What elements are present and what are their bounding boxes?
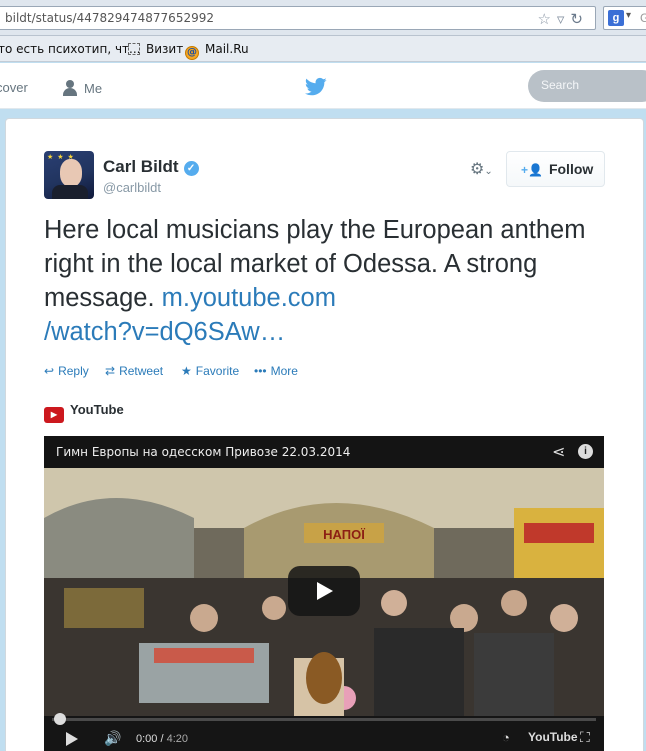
- market-sign-text: НАПОЇ: [323, 527, 365, 542]
- fullscreen-icon[interactable]: ⛶: [580, 729, 590, 746]
- retweet-label: Retweet: [119, 364, 164, 378]
- page-icon: [128, 43, 140, 55]
- bookmark-label: Mail.Ru: [205, 42, 249, 56]
- duration: 4:20: [166, 733, 189, 745]
- bookmark-item[interactable]: @ Mail.Ru: [185, 42, 249, 60]
- bookmark-item[interactable]: Визит: [128, 42, 183, 56]
- scrubber-handle[interactable]: [54, 713, 66, 725]
- refresh-icon[interactable]: ↻: [570, 10, 589, 28]
- favorite-button[interactable]: ★ Favorite: [181, 364, 239, 378]
- bookmarks-bar: то есть психотип, чт... Визит @ Mail.Ru: [0, 36, 646, 62]
- follow-button[interactable]: +👤 Follow: [506, 151, 605, 187]
- time-display: 0:00 / 4:20: [136, 733, 189, 745]
- progress-bar[interactable]: [52, 713, 596, 725]
- browser-toolbar: bildt/status/447829474877652992 ☆▿↻ g ▾ …: [0, 0, 646, 36]
- more-button[interactable]: ••• More: [254, 364, 298, 378]
- volume-icon[interactable]: 🔊: [104, 730, 121, 747]
- address-bar[interactable]: bildt/status/447829474877652992 ☆▿↻: [0, 6, 596, 30]
- person-icon: [62, 80, 78, 96]
- nav-me-label: Me: [84, 81, 103, 96]
- tweet-link-line2: /watch?v=dQ6SAw…: [44, 318, 286, 346]
- follow-person-icon: +👤: [521, 163, 543, 177]
- gear-icon[interactable]: ⚙⌄: [470, 159, 493, 179]
- more-label: More: [270, 364, 298, 378]
- avatar[interactable]: ★ ★ ★: [44, 151, 94, 199]
- star-icon: ★: [181, 364, 192, 378]
- chevron-down-icon[interactable]: ▾: [626, 10, 631, 21]
- bookmark-label: Визит: [146, 42, 184, 56]
- follow-label: Follow: [548, 161, 594, 177]
- avatar-face: [60, 159, 82, 187]
- share-icon[interactable]: ⋖: [552, 442, 565, 462]
- user-name[interactable]: Carl Bildt ✓: [103, 157, 199, 177]
- current-time: 0:00: [136, 733, 158, 745]
- reply-icon: ↩: [44, 364, 55, 378]
- youtube-icon: ▶: [44, 407, 64, 423]
- search-engine-box[interactable]: g ▾ G: [603, 6, 646, 30]
- reply-button[interactable]: ↩ Reply: [44, 364, 89, 378]
- play-button[interactable]: [288, 566, 360, 616]
- avatar-suit: [52, 185, 88, 199]
- play-icon[interactable]: [66, 732, 78, 746]
- retweet-button[interactable]: ⇄ Retweet: [105, 364, 163, 378]
- media-source-label: YouTube: [70, 402, 124, 417]
- mailru-icon: @: [185, 46, 199, 60]
- tweet-card: ★ ★ ★ Carl Bildt ✓ @carlbildt ⚙⌄ +👤 Follow…: [5, 118, 644, 751]
- favorite-label: Favorite: [195, 364, 240, 378]
- tweet-link-line1: m.youtube.com: [161, 284, 336, 312]
- bookmark-star-icon[interactable]: ☆: [537, 10, 556, 28]
- search-input[interactable]: Search: [528, 70, 646, 102]
- google-icon[interactable]: g: [608, 10, 624, 26]
- youtube-wordmark[interactable]: YouTube: [528, 730, 578, 744]
- dropdown-icon[interactable]: ▿: [557, 10, 571, 28]
- twitter-bird-icon[interactable]: [305, 77, 327, 97]
- tweet-text: Here local musicians play the European a…: [44, 213, 624, 349]
- ellipsis-icon: •••: [254, 364, 267, 378]
- address-text: bildt/status/447829474877652992: [5, 11, 214, 25]
- chevron-down-icon: ⌄: [484, 166, 493, 177]
- search-engine-hint: G: [640, 11, 646, 25]
- user-handle[interactable]: @carlbildt: [103, 180, 161, 195]
- video-title[interactable]: Гимн Европы на одесском Привозе 22.03.20…: [56, 445, 350, 459]
- retweet-icon: ⇄: [105, 364, 116, 378]
- nav-me[interactable]: Me: [62, 80, 102, 96]
- address-actions: ☆▿↻: [537, 10, 589, 28]
- verified-icon: ✓: [183, 161, 199, 176]
- video-title-bar: Гимн Европы на одесском Привозе 22.03.20…: [44, 436, 604, 468]
- video-controls: 🔊 0:00 / 4:20 ◔ YouTube ⛶: [44, 713, 604, 751]
- media-source[interactable]: ▶ YouTube: [44, 402, 124, 423]
- user-name-text: Carl Bildt: [103, 157, 179, 176]
- nav-discover[interactable]: cover: [0, 80, 28, 95]
- reply-label: Reply: [58, 364, 89, 378]
- settings-icon[interactable]: ◔: [502, 730, 510, 745]
- bookmark-item[interactable]: то есть психотип, чт...: [0, 42, 140, 56]
- info-icon[interactable]: i: [578, 444, 593, 459]
- video-player[interactable]: НАПОЇ Гимн Европы на одесском Привозе 22…: [44, 436, 604, 751]
